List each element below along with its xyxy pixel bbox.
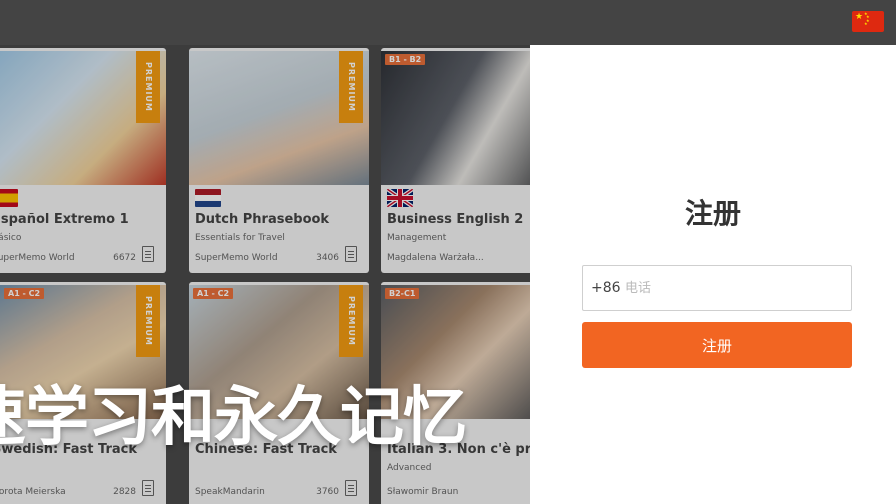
phone-input[interactable] xyxy=(625,272,847,304)
hero-headline: 速学习和永久记忆 xyxy=(0,381,467,455)
country-code[interactable]: +86 xyxy=(591,280,621,296)
signup-title: 注册 xyxy=(684,197,741,230)
signup-button[interactable]: 注册 xyxy=(582,322,852,368)
china-flag-icon[interactable]: ★ ★ ★ ★ ★ xyxy=(852,11,884,32)
signup-panel: 注册 +86 注册 xyxy=(530,45,896,504)
top-bar: ★ ★ ★ ★ ★ xyxy=(0,0,896,45)
phone-field[interactable]: +86 xyxy=(582,265,852,311)
